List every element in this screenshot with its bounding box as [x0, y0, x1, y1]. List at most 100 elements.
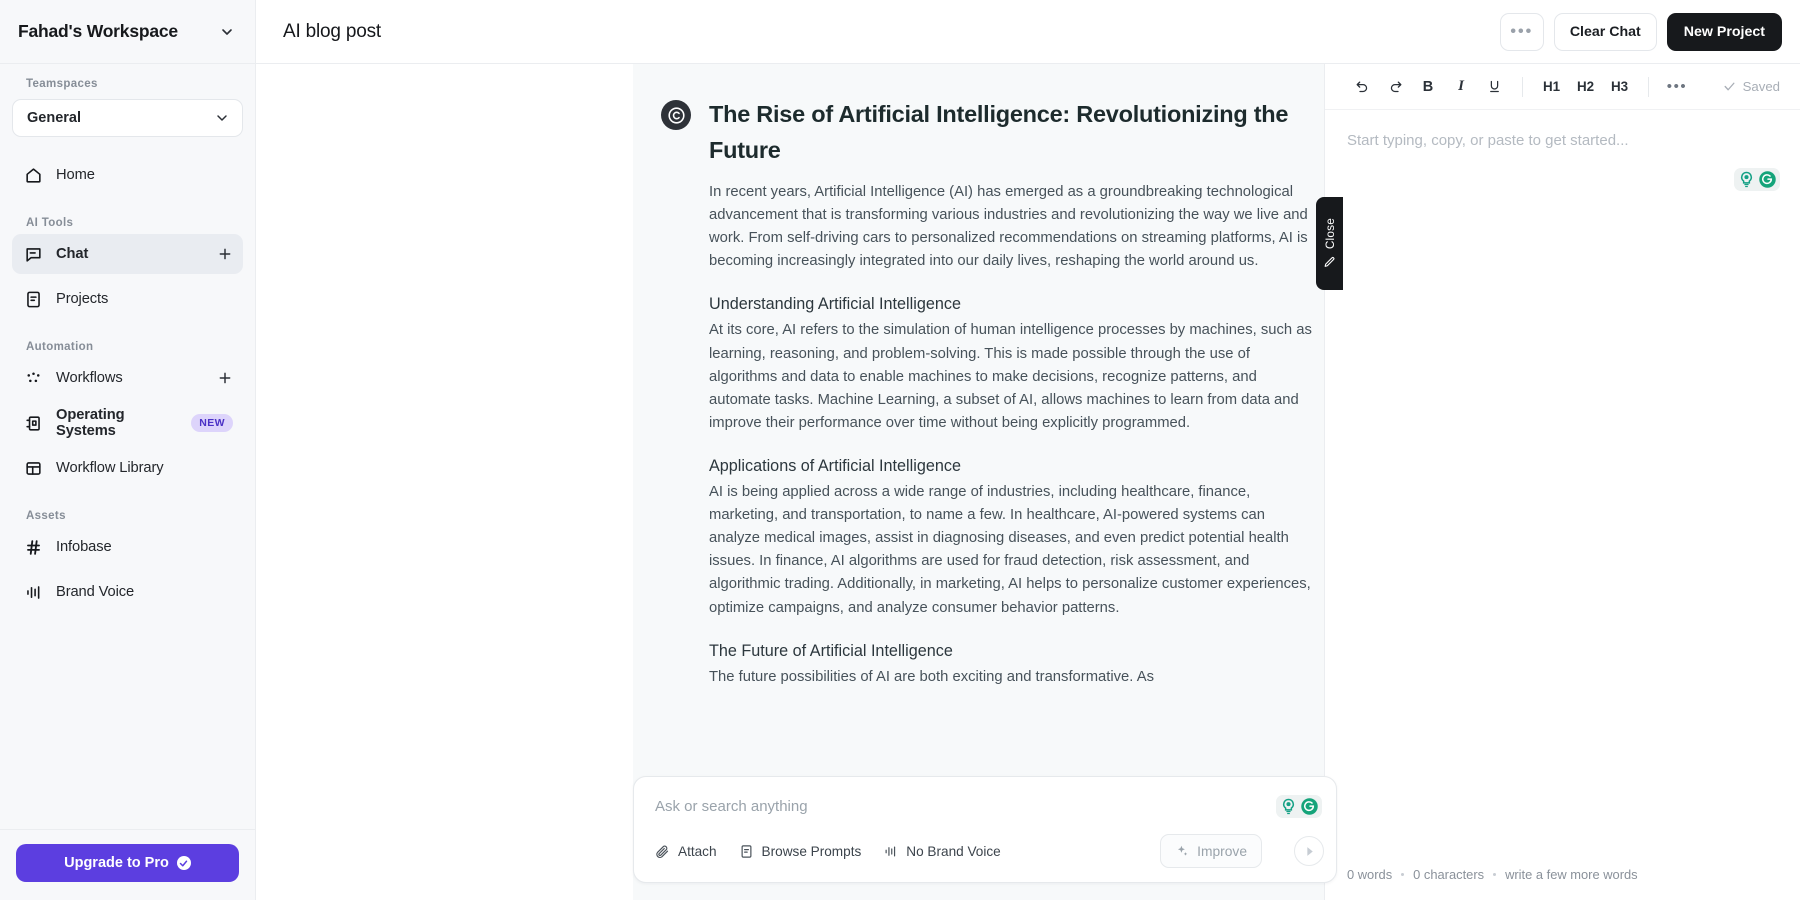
character-count: 0 characters: [1413, 867, 1484, 882]
verified-badge-icon: [177, 856, 191, 870]
grammarly-pill[interactable]: [1276, 795, 1322, 818]
sidebar-item-label: Brand Voice: [56, 584, 233, 600]
lightbulb-icon[interactable]: [1279, 797, 1298, 816]
topbar: AI blog post ••• Clear Chat New Project: [256, 0, 1800, 64]
browse-prompts-label: Browse Prompts: [762, 844, 862, 859]
grammarly-icon[interactable]: [1758, 170, 1777, 189]
sidebar-item-chat[interactable]: Chat: [12, 234, 243, 274]
page-title: AI blog post: [283, 21, 381, 43]
toolbar-divider: [1522, 77, 1523, 97]
composer-input-row: [634, 777, 1336, 834]
ellipsis-icon: •••: [1667, 78, 1688, 95]
workflows-icon: [24, 369, 43, 388]
editor-body[interactable]: Start typing, copy, or paste to get star…: [1325, 110, 1800, 860]
composer-wrapper: Attach Browse Prompts No Brand Voice: [633, 776, 1337, 883]
prompts-icon: [739, 844, 754, 859]
undo-icon: [1355, 79, 1370, 94]
new-project-button[interactable]: New Project: [1667, 13, 1782, 51]
brand-voice-icon: [24, 583, 43, 602]
plus-icon[interactable]: [217, 246, 233, 262]
sidebar-item-workflows[interactable]: Workflows: [12, 358, 243, 398]
hash-icon: [24, 538, 43, 557]
redo-button[interactable]: [1380, 72, 1410, 102]
chat-column: The Rise of Artificial Intelligence: Rev…: [256, 64, 1324, 900]
heading-3-button[interactable]: H3: [1604, 72, 1635, 102]
message-body: The Rise of Artificial Intelligence: Rev…: [709, 96, 1312, 708]
article-section-heading: The Future of Artificial Intelligence: [709, 639, 1312, 663]
article-section-body: At its core, AI refers to the simulation…: [709, 319, 1312, 434]
upgrade-to-pro-button[interactable]: Upgrade to Pro: [16, 844, 239, 882]
paperclip-icon: [655, 844, 670, 859]
attach-button[interactable]: Attach: [655, 844, 717, 859]
sidebar-item-projects[interactable]: Projects: [12, 279, 243, 319]
sidebar-item-workflow-library[interactable]: Workflow Library: [12, 448, 243, 488]
heading-2-button[interactable]: H2: [1570, 72, 1601, 102]
sidebar-item-home[interactable]: Home: [12, 155, 243, 195]
chevron-down-icon: [219, 24, 235, 40]
operating-systems-icon: [24, 414, 43, 433]
attach-label: Attach: [678, 844, 717, 859]
status-separator: [1493, 873, 1496, 876]
chat-input[interactable]: [655, 798, 1266, 815]
app-root: Fahad's Workspace Teamspaces General Hom…: [0, 0, 1800, 900]
sidebar-item-label: Infobase: [56, 539, 233, 555]
chat-message: The Rise of Artificial Intelligence: Rev…: [633, 64, 1337, 708]
home-icon: [24, 166, 43, 185]
sidebar-item-label: Chat: [56, 246, 204, 262]
status-badge-new: NEW: [191, 414, 233, 432]
section-label-teamspaces: Teamspaces: [12, 78, 243, 90]
article-section-heading: Applications of Artificial Intelligence: [709, 454, 1312, 478]
word-count: 0 words: [1347, 867, 1392, 882]
send-button[interactable]: [1294, 836, 1324, 866]
check-icon: [1723, 80, 1736, 93]
sidebar-item-brand-voice[interactable]: Brand Voice: [12, 572, 243, 612]
bold-button[interactable]: B: [1413, 72, 1443, 102]
sidebar-footer: Upgrade to Pro: [0, 829, 255, 900]
brand-voice-label: No Brand Voice: [906, 844, 1000, 859]
editor-status-bar: 0 words 0 characters write a few more wo…: [1325, 860, 1800, 900]
avatar: [661, 100, 691, 130]
sidebar-item-label: Projects: [56, 291, 233, 307]
clear-chat-button[interactable]: Clear Chat: [1554, 13, 1657, 51]
brand-voice-icon: [883, 844, 898, 859]
section-label-assets: Assets: [12, 510, 243, 522]
workspace: The Rise of Artificial Intelligence: Rev…: [256, 64, 1800, 900]
sidebar: Fahad's Workspace Teamspaces General Hom…: [0, 0, 256, 900]
article-intro: In recent years, Artificial Intelligence…: [709, 181, 1312, 273]
upgrade-label: Upgrade to Pro: [64, 855, 169, 871]
browse-prompts-button[interactable]: Browse Prompts: [739, 844, 862, 859]
workflow-library-icon: [24, 459, 43, 478]
save-status-label: Saved: [1743, 79, 1780, 94]
plus-icon[interactable]: [217, 370, 233, 386]
workspace-switcher[interactable]: Fahad's Workspace: [0, 0, 255, 64]
grammarly-icon[interactable]: [1300, 797, 1319, 816]
grammarly-pill[interactable]: [1734, 168, 1780, 191]
underline-button[interactable]: [1479, 72, 1509, 102]
editor-toolbar: B I H1 H2 H3 ••• Saved: [1325, 64, 1800, 110]
teamspace-select[interactable]: General: [12, 99, 243, 137]
more-options-button[interactable]: •••: [1500, 13, 1544, 51]
redo-icon: [1388, 79, 1403, 94]
chat-scroll-area[interactable]: The Rise of Artificial Intelligence: Rev…: [633, 64, 1337, 900]
sparkle-icon: [1175, 844, 1189, 858]
chevron-down-icon: [214, 110, 230, 126]
italic-button[interactable]: I: [1446, 72, 1476, 102]
lightbulb-icon[interactable]: [1737, 170, 1756, 189]
sidebar-item-label: Workflow Library: [56, 460, 233, 476]
composer-toolbar: Attach Browse Prompts No Brand Voice: [634, 834, 1336, 882]
editor-more-button[interactable]: •••: [1662, 72, 1692, 102]
composer: Attach Browse Prompts No Brand Voice: [633, 776, 1337, 883]
undo-button[interactable]: [1347, 72, 1377, 102]
improve-label: Improve: [1197, 844, 1247, 859]
close-editor-tab[interactable]: Close: [1316, 197, 1343, 290]
heading-1-button[interactable]: H1: [1536, 72, 1567, 102]
status-separator: [1401, 873, 1404, 876]
editor-placeholder: Start typing, copy, or paste to get star…: [1347, 132, 1776, 149]
sidebar-item-label: Home: [56, 167, 233, 183]
copy-ai-logo-icon: [667, 106, 686, 125]
article-title: The Rise of Artificial Intelligence: Rev…: [709, 96, 1312, 169]
improve-button[interactable]: Improve: [1160, 834, 1262, 868]
sidebar-item-infobase[interactable]: Infobase: [12, 527, 243, 567]
brand-voice-selector[interactable]: No Brand Voice: [883, 844, 1000, 859]
sidebar-item-operating-systems[interactable]: Operating Systems NEW: [12, 403, 243, 443]
